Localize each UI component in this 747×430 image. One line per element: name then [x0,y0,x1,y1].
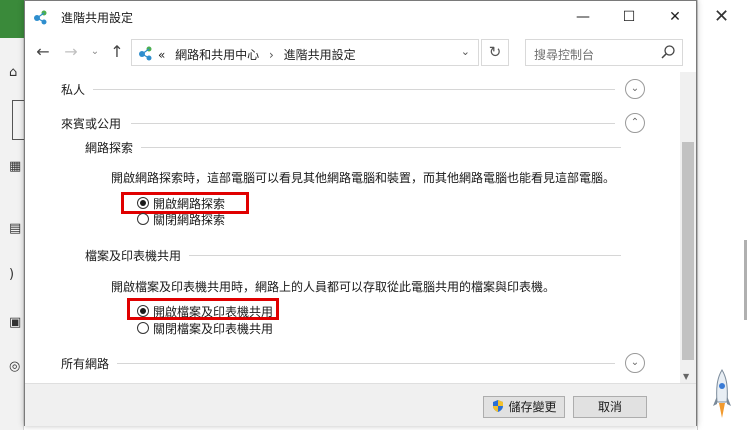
minimize-button[interactable]: — [560,1,606,33]
network-discovery-title: 網路探索 [85,141,134,155]
search-input[interactable]: 搜尋控制台 [525,39,683,66]
forward-button[interactable]: → [61,42,81,62]
network-center-icon [34,10,47,25]
breadcrumb: « 網路和共用中心 › 進階共用設定 [158,46,362,63]
dialog-footer: 儲存變更 取消 [25,383,696,426]
collapse-chevron-icon[interactable]: ⌃ [625,113,645,133]
network-discovery-description: 開啟網路探索時，這部電腦可以看見其他網路電腦和裝置，而其他網路電腦也能看見這部電… [111,171,616,185]
scroll-down-icon[interactable]: ▼ [683,372,689,381]
expand-chevron-icon[interactable]: ⌄ [625,353,645,373]
title-bar[interactable]: 進階共用設定 — ☐ ✕ [25,1,696,33]
network-discovery-heading: 網路探索 [85,139,621,157]
back-button[interactable]: ← [33,42,53,62]
radio-sharing-off-label[interactable]: 關閉檔案及印表機共用 [153,320,273,337]
recent-locations-button[interactable]: ⌄ [85,42,105,62]
close-button[interactable]: ✕ [652,1,698,33]
navigation-bar: ← → ⌄ ↑ « 網路和共用中心 › 進階共用設定 ⌄ ↻ 搜尋控制台 [25,34,696,72]
section-guest-label: 來賓或公用 [61,117,122,131]
search-icon[interactable] [660,44,676,60]
background-window-left: ⌂ ▦ ▤ ) ▣ ◎ [0,0,24,430]
refresh-button[interactable]: ↻ [481,39,509,66]
section-private-label: 私人 [61,83,86,97]
file-printer-sharing-heading: 檔案及印表機共用 [85,247,621,265]
dialup-icon: ▣ [9,315,22,330]
wifi-icon: ) [9,267,15,282]
maximize-button[interactable]: ☐ [606,1,652,33]
advanced-sharing-window: 進階共用設定 — ☐ ✕ ← → ⌄ ↑ « 網路和共用中心 › 進階共用設定 … [24,0,697,426]
radio-selected-icon[interactable] [137,305,149,317]
address-dropdown-icon[interactable]: ⌄ [461,45,470,58]
background-panel [12,100,24,140]
search-placeholder: 搜尋控制台 [534,48,595,62]
divider [141,147,621,148]
breadcrumb-network-center[interactable]: 網路和共用中心 [175,48,259,62]
background-close-icon[interactable]: ✕ [714,6,729,27]
background-window-right: ✕ [697,0,747,430]
radio-discovery-on-label[interactable]: 開啟網路探索 [153,195,225,212]
divider [131,123,615,124]
radio-discovery-off-label[interactable]: 關閉網路探索 [153,211,225,228]
up-button[interactable]: ↑ [107,42,127,62]
file-printer-sharing-description: 開啟檔案及印表機共用時，網路上的人員都可以存取從此電腦共用的檔案與印表機。 [111,280,556,294]
cancel-button[interactable]: 取消 [573,396,647,418]
section-private[interactable]: 私人 ⌄ [61,79,645,99]
address-bar[interactable]: « 網路和共用中心 › 進階共用設定 ⌄ [131,39,479,66]
breadcrumb-advanced-sharing[interactable]: 進階共用設定 [284,48,356,62]
ethernet-icon: ▤ [9,221,22,236]
network-center-icon [139,46,152,61]
file-printer-sharing-title: 檔案及印表機共用 [85,249,182,263]
divider [93,89,615,90]
save-changes-button[interactable]: 儲存變更 [483,396,565,418]
section-guest-public[interactable]: 來賓或公用 ⌃ [61,113,645,133]
breadcrumb-separator[interactable]: › [269,48,274,62]
radio-unselected-icon[interactable] [137,213,149,225]
section-all-label: 所有網路 [61,357,110,371]
radio-selected-icon[interactable] [137,197,149,209]
section-all-networks[interactable]: 所有網路 ⌄ [61,353,645,373]
background-title-strip [0,0,24,38]
vpn-icon: ◎ [9,359,21,374]
expand-chevron-icon[interactable]: ⌄ [625,79,645,99]
uac-shield-icon [493,400,504,412]
vertical-scrollbar[interactable]: ▼ [680,72,696,383]
home-icon: ⌂ [9,65,18,80]
rocket-icon [713,369,731,418]
network-icon: ▦ [9,159,22,174]
save-changes-label: 儲存變更 [508,400,557,414]
breadcrumb-overflow[interactable]: « [158,48,165,62]
window-title: 進階共用設定 [61,11,134,25]
divider [189,255,621,256]
settings-content: 私人 ⌄ 來賓或公用 ⌃ 網路探索 開啟網路探索時，這部電腦可以看見其他網路電腦… [25,72,680,383]
radio-sharing-on-label[interactable]: 開啟檔案及印表機共用 [153,303,273,320]
divider [117,363,615,364]
radio-unselected-icon[interactable] [137,322,149,334]
scrollbar-thumb[interactable] [682,142,694,360]
